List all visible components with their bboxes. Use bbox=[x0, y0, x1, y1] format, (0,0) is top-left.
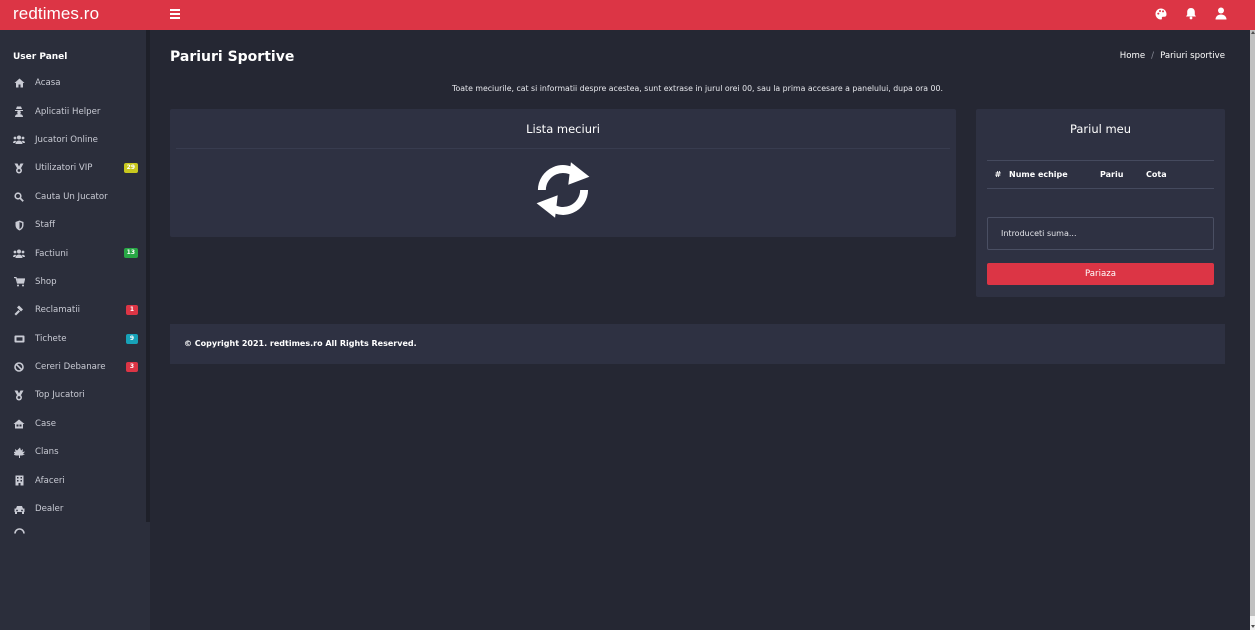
breadcrumb-current: Pariuri sportive bbox=[1160, 51, 1225, 61]
sidebar-item-label: Tichete bbox=[35, 333, 67, 344]
breadcrumb-separator: / bbox=[1151, 51, 1155, 61]
medal-icon bbox=[13, 162, 25, 174]
search-icon bbox=[13, 191, 25, 203]
sidebar-item-utilizatori-vip[interactable]: Utilizatori VIP 29 bbox=[0, 154, 146, 182]
palette-icon[interactable] bbox=[1155, 8, 1167, 20]
sidebar-item-staff[interactable]: Staff bbox=[0, 211, 146, 239]
top-navbar: redtimes.ro bbox=[0, 0, 1255, 30]
sidebar-item-top-jucatori[interactable]: Top Jucatori bbox=[0, 381, 146, 409]
ban-icon bbox=[13, 361, 25, 373]
sidebar-item-aplicatii-helper[interactable]: Aplicatii Helper bbox=[0, 97, 146, 125]
users-icon bbox=[13, 248, 25, 260]
sidebar-item-factiuni[interactable]: Factiuni 13 bbox=[0, 239, 146, 267]
building-icon bbox=[13, 475, 25, 487]
sidebar-item-cereri-debanare[interactable]: Cereri Debanare 3 bbox=[0, 353, 146, 381]
footer: © Copyright 2021. redtimes.ro All Rights… bbox=[170, 324, 1225, 364]
sidebar-scrollbar[interactable] bbox=[146, 30, 150, 522]
count-badge: 13 bbox=[123, 248, 138, 259]
page-title: Pariuri Sportive bbox=[170, 49, 295, 65]
page-scrollbar[interactable] bbox=[1250, 30, 1255, 630]
ticket-icon bbox=[13, 333, 25, 345]
partial-icon bbox=[13, 525, 25, 537]
sidebar-item-label: Dealer bbox=[35, 504, 64, 515]
medal-icon bbox=[13, 389, 25, 401]
sidebar-item-dealer[interactable]: Dealer bbox=[0, 495, 146, 523]
sidebar-item-label: Jucatori Online bbox=[35, 134, 98, 145]
count-badge: 9 bbox=[126, 333, 138, 344]
breadcrumb: Home / Pariuri sportive bbox=[1120, 51, 1225, 61]
scroll-down-icon[interactable] bbox=[1251, 625, 1255, 628]
copyright-text: © Copyright 2021. redtimes.ro All Rights… bbox=[184, 339, 417, 348]
top-actions bbox=[1155, 7, 1227, 20]
sidebar-item-label: Case bbox=[35, 418, 57, 429]
matches-card: Lista meciuri bbox=[170, 109, 956, 237]
my-bet-card: Pariul meu # Nume echipe Pariu Cota Pari… bbox=[976, 109, 1225, 297]
bell-icon[interactable] bbox=[1185, 7, 1197, 20]
column-header: # bbox=[994, 170, 1002, 179]
house-icon bbox=[13, 418, 25, 430]
bet-amount-input[interactable] bbox=[987, 217, 1214, 250]
sidebar-item-case[interactable]: Case bbox=[0, 410, 146, 438]
sidebar-item-label: Top Jucatori bbox=[35, 390, 85, 401]
card-divider bbox=[176, 148, 950, 149]
cart-icon bbox=[13, 276, 25, 288]
info-notice: Toate meciurile, cat si informatii despr… bbox=[452, 84, 943, 93]
sidebar-item-label: Aplicatii Helper bbox=[35, 106, 101, 117]
shield-icon bbox=[13, 219, 25, 231]
menu-toggle-icon[interactable] bbox=[170, 9, 180, 19]
sidebar-item-label: Cereri Debanare bbox=[35, 362, 106, 373]
sidebar-item-label: Staff bbox=[35, 220, 56, 231]
sidebar-title: User Panel bbox=[13, 52, 68, 62]
leaf-icon bbox=[13, 446, 25, 458]
bet-table: # Nume echipe Pariu Cota bbox=[987, 160, 1214, 189]
sidebar-item-label: Factiuni bbox=[35, 248, 69, 259]
sidebar: User Panel Acasa Aplicatii Helper Jucatori… bbox=[0, 30, 150, 630]
sidebar-item-label: Shop bbox=[35, 276, 57, 287]
sidebar-item-label: Acasa bbox=[35, 78, 61, 89]
count-badge: 1 bbox=[126, 305, 138, 316]
scrollbar-thumb[interactable] bbox=[1250, 30, 1255, 616]
sidebar-item-acasa[interactable]: Acasa bbox=[0, 69, 146, 97]
users-icon bbox=[13, 134, 25, 146]
user-icon[interactable] bbox=[1215, 7, 1227, 20]
sidebar-item-clans[interactable]: Clans bbox=[0, 438, 146, 466]
sidebar-item-label: Cauta Un Jucator bbox=[35, 191, 108, 202]
matches-card-title: Lista meciuri bbox=[526, 122, 600, 136]
column-header: Nume echipe bbox=[1009, 170, 1068, 179]
sidebar-nav: Acasa Aplicatii Helper Jucatori Online Util… bbox=[0, 69, 146, 537]
count-badge: 3 bbox=[126, 361, 138, 372]
count-badge: 29 bbox=[123, 163, 138, 174]
sidebar-item-label: Reclamatii bbox=[35, 305, 81, 316]
sidebar-item-tichete[interactable]: Tichete 9 bbox=[0, 325, 146, 353]
place-bet-button[interactable]: Pariaza bbox=[987, 263, 1214, 285]
sidebar-item-cauta-un-jucator[interactable]: Cauta Un Jucator bbox=[0, 183, 146, 211]
car-icon bbox=[13, 503, 25, 515]
user-secret-icon bbox=[13, 106, 25, 118]
bet-table-header: # Nume echipe Pariu Cota bbox=[987, 161, 1214, 188]
sidebar-item-afaceri[interactable]: Afaceri bbox=[0, 466, 146, 494]
sidebar-item-reclamatii[interactable]: Reclamatii 1 bbox=[0, 296, 146, 324]
scroll-up-icon[interactable] bbox=[1251, 31, 1255, 34]
home-icon bbox=[13, 77, 25, 89]
column-header: Pariu bbox=[1100, 170, 1124, 179]
sidebar-item-more[interactable] bbox=[0, 523, 146, 537]
refresh-icon bbox=[530, 157, 596, 223]
sidebar-item-shop[interactable]: Shop bbox=[0, 268, 146, 296]
my-bet-card-title: Pariul meu bbox=[1069, 122, 1132, 136]
column-header: Cota bbox=[1146, 170, 1167, 179]
sidebar-item-label: Clans bbox=[35, 447, 59, 458]
breadcrumb-home[interactable]: Home bbox=[1120, 51, 1145, 61]
gavel-icon bbox=[13, 304, 25, 316]
sidebar-item-jucatori-online[interactable]: Jucatori Online bbox=[0, 126, 146, 154]
brand-logo[interactable]: redtimes.ro bbox=[13, 4, 99, 24]
table-divider bbox=[987, 188, 1214, 189]
sidebar-item-label: Utilizatori VIP bbox=[35, 163, 93, 174]
sidebar-item-label: Afaceri bbox=[35, 475, 65, 486]
